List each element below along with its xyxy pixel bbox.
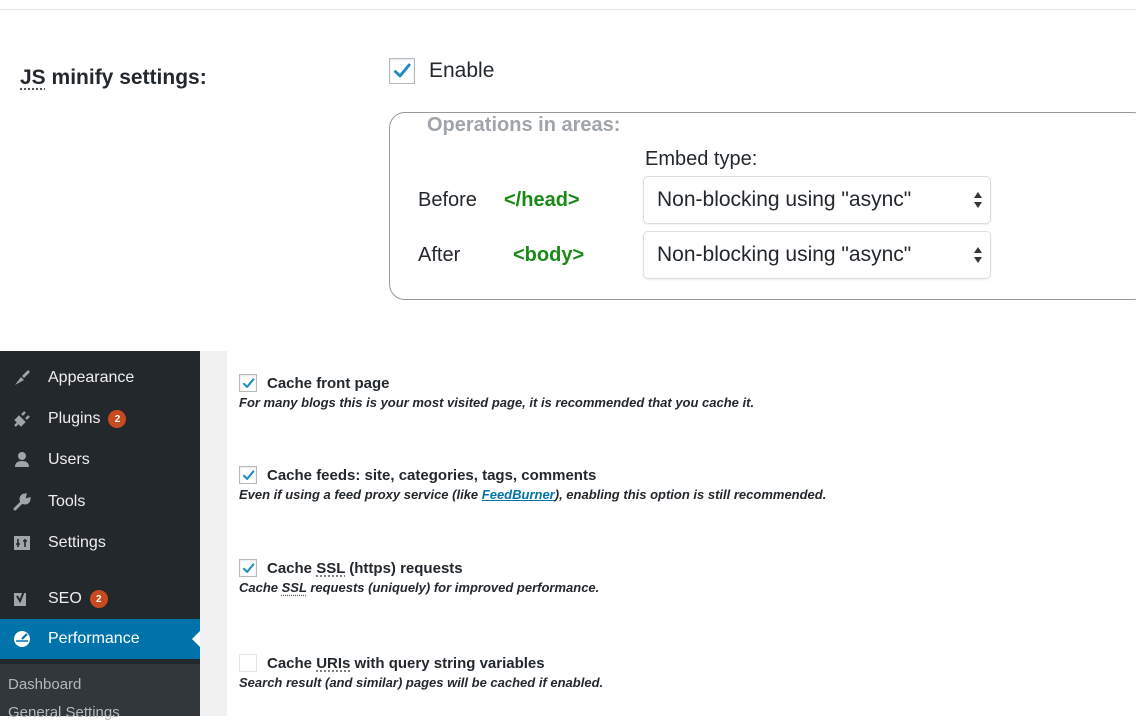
- cache-feeds-option: Cache feeds: site, categories, tags, com…: [239, 464, 826, 502]
- cache-front-page-option: Cache front page For many blogs this is …: [239, 372, 754, 410]
- submenu-item-dashboard[interactable]: Dashboard: [8, 676, 81, 693]
- head-tag: </head>: [504, 188, 580, 211]
- after-label: After: [418, 243, 461, 266]
- embed-type-label: Embed type:: [645, 148, 758, 170]
- yoast-icon: [12, 589, 32, 609]
- enable-checkbox[interactable]: [389, 58, 415, 84]
- sidebar-item-plugins[interactable]: Plugins 2: [0, 399, 200, 439]
- enable-label: Enable: [429, 59, 495, 82]
- cache-ssl-option: Cache SSL (https) requests Cache SSL req…: [239, 557, 599, 595]
- wrench-icon: [12, 492, 32, 512]
- select-arrows-icon: [974, 247, 982, 263]
- sidebar-item-seo[interactable]: SEO 2: [0, 579, 200, 619]
- ssl-acronym: SSL: [281, 580, 307, 595]
- before-head-embed-select[interactable]: Non-blocking using "async": [643, 176, 991, 224]
- cache-query-string-label: Cache URIs with query string variables: [267, 654, 545, 672]
- after-body-row: After <body>: [418, 231, 624, 279]
- sidebar-item-settings[interactable]: Settings: [0, 523, 200, 563]
- cache-query-string-description: Search result (and similar) pages will b…: [239, 675, 604, 690]
- sidebar-item-appearance[interactable]: Appearance: [0, 358, 200, 398]
- cache-front-page-checkbox[interactable]: [239, 374, 257, 392]
- performance-icon: [12, 629, 32, 649]
- top-divider: [0, 9, 1136, 10]
- js-acronym: JS: [20, 66, 46, 89]
- cache-ssl-checkbox[interactable]: [239, 559, 257, 577]
- checkmark-icon: [242, 377, 254, 388]
- seo-notification-badge: 2: [89, 590, 108, 608]
- plugins-update-badge: 2: [108, 410, 127, 428]
- select-value: Non-blocking using "async": [657, 188, 912, 211]
- before-head-row: Before </head>: [418, 176, 624, 224]
- submenu-item-general-settings[interactable]: General Settings: [8, 704, 120, 721]
- content-gutter: [200, 351, 227, 716]
- select-value: Non-blocking using "async": [657, 243, 912, 266]
- active-menu-arrow: [192, 631, 200, 647]
- admin-sidebar: Appearance Plugins 2 Users Tools Setting…: [0, 351, 200, 716]
- settings-icon: [12, 533, 32, 553]
- users-icon: [12, 450, 32, 470]
- plugin-icon: [12, 409, 32, 429]
- paintbrush-icon: [12, 368, 32, 388]
- cache-query-string-checkbox[interactable]: [239, 654, 257, 672]
- before-label: Before: [418, 188, 477, 211]
- cache-feeds-checkbox[interactable]: [239, 466, 257, 484]
- checkmark-icon: [242, 469, 254, 480]
- operations-legend: Operations in areas:: [420, 114, 628, 137]
- cache-feeds-description: Even if using a feed proxy service (like…: [239, 487, 827, 502]
- js-minify-settings-label: JS minify settings:: [20, 66, 207, 89]
- enable-js-minify[interactable]: Enable: [389, 56, 494, 86]
- sidebar-item-tools[interactable]: Tools: [0, 482, 200, 522]
- feedburner-link[interactable]: FeedBurner: [482, 487, 555, 502]
- cache-front-page-description: For many blogs this is your most visited…: [239, 395, 755, 410]
- checkmark-icon: [393, 63, 411, 78]
- performance-submenu: Dashboard General Settings: [0, 664, 200, 721]
- cache-ssl-label: Cache SSL (https) requests: [267, 559, 463, 577]
- sidebar-item-users[interactable]: Users: [0, 440, 200, 480]
- body-tag: <body>: [513, 243, 585, 266]
- uris-acronym: URIs: [316, 654, 351, 672]
- cache-query-string-option: Cache URIs with query string variables S…: [239, 652, 603, 690]
- select-arrows-icon: [974, 192, 982, 208]
- cache-feeds-label: Cache feeds: site, categories, tags, com…: [267, 466, 597, 484]
- checkmark-icon: [242, 562, 254, 573]
- ssl-acronym: SSL: [316, 559, 346, 577]
- cache-front-page-label: Cache front page: [267, 374, 390, 392]
- sidebar-item-performance[interactable]: Performance: [0, 619, 200, 659]
- after-body-embed-select[interactable]: Non-blocking using "async": [643, 231, 991, 279]
- cache-ssl-description: Cache SSL requests (uniquely) for improv…: [239, 580, 600, 595]
